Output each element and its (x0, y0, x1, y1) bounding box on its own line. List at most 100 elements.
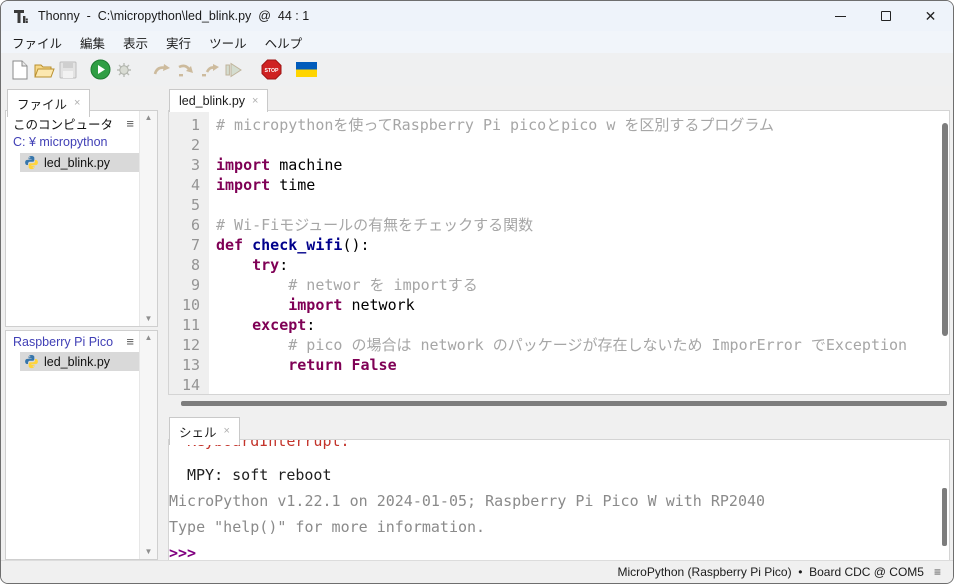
tab-files[interactable]: ファイル × (7, 89, 90, 117)
line-number: 14 (169, 375, 209, 395)
scroll-down-icon[interactable]: ▼ (145, 315, 153, 323)
step-out-button[interactable] (198, 58, 222, 82)
ukraine-flag-button[interactable] (294, 58, 318, 82)
code-line (216, 375, 940, 394)
code-text-area[interactable]: # micropythonを使ってRaspberry Pi picoとpico … (209, 111, 940, 394)
editor-horizontal-scrollbar-thumb[interactable] (181, 401, 947, 406)
tab-editor-close-icon[interactable]: × (252, 96, 258, 107)
interpreter-status[interactable]: MicroPython (Raspberry Pi Pico) • Board … (618, 565, 924, 579)
menu-item[interactable]: 編集 (71, 31, 114, 54)
new-file-button[interactable] (8, 58, 32, 82)
line-number: 13 (169, 355, 209, 375)
shell-line: >>> (169, 540, 949, 561)
step-out-icon (200, 63, 220, 77)
code-line: import machine (216, 155, 940, 175)
open-file-button[interactable] (32, 58, 56, 82)
save-file-button[interactable] (56, 58, 80, 82)
device-file-label: led_blink.py (44, 355, 110, 369)
resume-button[interactable] (222, 58, 246, 82)
tab-editor-label: led_blink.py (179, 94, 245, 108)
tab-files-close-icon[interactable]: × (74, 98, 80, 109)
step-over-button[interactable] (150, 58, 174, 82)
line-number: 8 (169, 255, 209, 275)
line-number: 7 (169, 235, 209, 255)
code-line: import network (216, 295, 940, 315)
line-number: 3 (169, 155, 209, 175)
open-folder-icon (34, 61, 55, 79)
line-number: 6 (169, 215, 209, 235)
code-line: return False (216, 355, 940, 375)
files-local-panel: このコンピュータ ≡ C: ¥ micropython led_blink.py… (5, 110, 158, 327)
minimize-icon (835, 16, 846, 17)
save-icon (59, 61, 77, 79)
local-panel-menu-icon[interactable]: ≡ (123, 116, 137, 131)
ukraine-flag-icon (296, 62, 317, 77)
line-number: 12 (169, 335, 209, 355)
local-panel-scrollbar[interactable]: ▲ ▼ (139, 111, 157, 326)
code-line: # pico の場合は network のパッケージが存在しないため Impor… (216, 335, 940, 355)
debug-script-button[interactable] (112, 58, 136, 82)
shell-line: KeyboardInterrupt: (169, 439, 949, 454)
local-file-row[interactable]: led_blink.py (20, 153, 139, 172)
code-line: # micropythonを使ってRaspberry Pi picoとpico … (216, 115, 940, 135)
bug-icon (114, 60, 134, 80)
close-button[interactable]: ✕ (908, 1, 953, 31)
shell-line: MicroPython v1.22.1 on 2024-01-05; Raspb… (169, 488, 949, 514)
window-title: Thonny - C:\micropython\led_blink.py @ 4… (38, 9, 309, 23)
new-file-icon (11, 60, 29, 80)
code-line: # networ を importする (216, 275, 940, 295)
code-line: import time (216, 175, 940, 195)
device-panel-menu-icon[interactable]: ≡ (123, 334, 137, 349)
line-number: 9 (169, 275, 209, 295)
status-menu-icon[interactable]: ≡ (934, 565, 941, 579)
step-into-button[interactable] (174, 58, 198, 82)
python-file-icon (24, 354, 39, 369)
maximize-button[interactable] (863, 1, 908, 31)
local-path-breadcrumb[interactable]: C: ¥ micropython (6, 134, 139, 151)
tab-editor-led-blink[interactable]: led_blink.py × (169, 89, 268, 112)
code-line: except: (216, 315, 940, 335)
svg-text:STOP: STOP (264, 68, 279, 74)
tab-files-label: ファイル (17, 94, 67, 113)
tab-shell[interactable]: シェル × (169, 417, 240, 445)
resume-icon (225, 62, 243, 78)
menu-item[interactable]: ヘルプ (256, 31, 312, 54)
minimize-button[interactable] (818, 1, 863, 31)
stop-restart-button[interactable]: STOP (259, 58, 283, 82)
device-file-row[interactable]: led_blink.py (20, 352, 139, 371)
run-icon (90, 59, 111, 80)
line-number: 10 (169, 295, 209, 315)
files-device-panel: Raspberry Pi Pico ≡ led_blink.py ▲ ▼ (5, 330, 158, 560)
device-label: Raspberry Pi Pico (13, 335, 113, 349)
maximize-icon (881, 11, 891, 21)
device-panel-scrollbar[interactable]: ▲ ▼ (139, 331, 157, 559)
local-file-label: led_blink.py (44, 156, 110, 170)
scroll-up-icon[interactable]: ▲ (145, 114, 153, 122)
tab-shell-label: シェル (179, 422, 217, 441)
tab-shell-close-icon[interactable]: × (224, 426, 230, 437)
shell-line: MPY: soft reboot (169, 462, 949, 488)
editor-horizontal-scrollbar-track[interactable] (168, 395, 950, 411)
stop-icon: STOP (261, 59, 282, 80)
code-line (216, 195, 940, 215)
editor-vertical-scrollbar[interactable] (942, 123, 948, 336)
code-editor[interactable]: 1234567891011121314 # micropythonを使ってRas… (168, 110, 950, 395)
python-file-icon (24, 155, 39, 170)
line-number: 2 (169, 135, 209, 155)
run-script-button[interactable] (88, 58, 112, 82)
menu-item[interactable]: ツール (200, 31, 256, 54)
title-bar: Thonny - C:\micropython\led_blink.py @ 4… (1, 1, 953, 31)
menu-bar: ファイル編集表示実行ツールヘルプ (1, 31, 953, 53)
shell-vertical-scrollbar[interactable] (942, 488, 947, 546)
thonny-app-icon (12, 8, 29, 25)
shell-output[interactable]: KeyboardInterrupt: MPY: soft rebootMicroP… (168, 439, 950, 561)
code-line: # Wi-Fiモジュールの有無をチェックする関数 (216, 215, 940, 235)
scroll-down-icon[interactable]: ▼ (145, 548, 153, 556)
menu-item[interactable]: 実行 (157, 31, 200, 54)
thonny-window: Thonny - C:\micropython\led_blink.py @ 4… (0, 0, 954, 584)
shell-line: Type "help()" for more information. (169, 514, 949, 540)
scroll-up-icon[interactable]: ▲ (145, 334, 153, 342)
line-number: 5 (169, 195, 209, 215)
menu-item[interactable]: 表示 (114, 31, 157, 54)
menu-item[interactable]: ファイル (3, 31, 71, 54)
